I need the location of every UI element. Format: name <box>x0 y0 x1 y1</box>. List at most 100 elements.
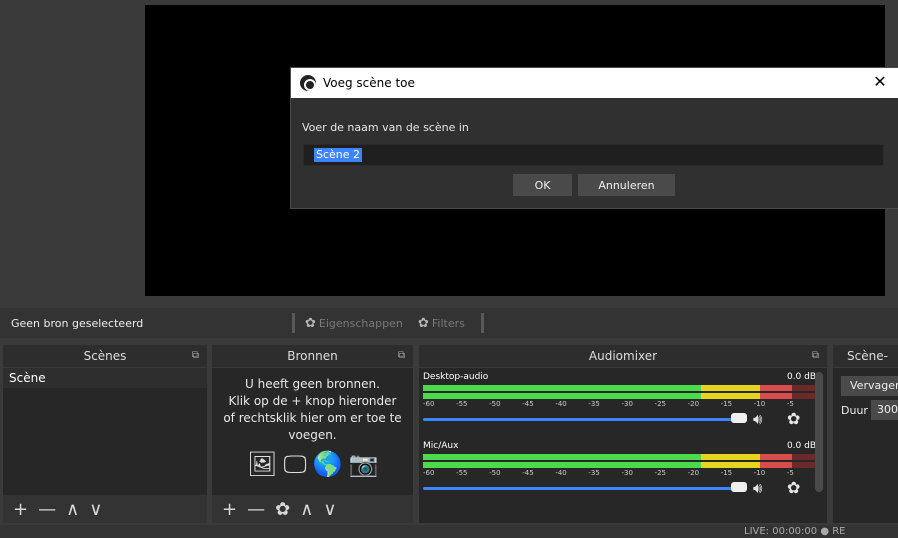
empty-msg-line: Klik op de + knop hieronder <box>228 394 397 408</box>
ok-button[interactable]: OK <box>513 174 572 196</box>
source-type-icons: 🖼 🖵 🌎 📷 <box>247 450 378 478</box>
filters-button[interactable]: ✿ Filters <box>418 316 465 331</box>
transitions-dock-header: Scène-ov <box>833 345 898 385</box>
move-up-icon[interactable]: ∧ <box>300 499 313 520</box>
meter-segment <box>760 393 820 399</box>
audiomixer-panel: Desktop-audio 0.0 dB -60 -55 -50 -45 -40 -35 -… <box>419 368 827 523</box>
scale-tick: -35 <box>588 469 600 477</box>
meter-scale: -60-55-50-45-40-35-30-25-20-15-10-50 <box>423 400 820 410</box>
meter-segment <box>700 393 761 399</box>
meter-segment <box>423 462 701 468</box>
scale-tick: -50 <box>489 469 501 477</box>
undock-icon[interactable]: ⧉ <box>812 345 819 367</box>
scale-tick: -30 <box>621 469 633 477</box>
gear-icon[interactable]: ✿ <box>275 499 290 520</box>
speaker-icon[interactable]: 🔊︎ <box>753 479 762 497</box>
scene-item[interactable]: Scène <box>3 368 207 388</box>
gear-icon[interactable]: ✿ <box>787 409 800 428</box>
scale-tick: -15 <box>720 469 733 477</box>
volume-slider[interactable] <box>423 418 735 421</box>
audiomixer-dock-header: Audiomixer ⧉ <box>419 345 827 367</box>
duration-label: Duur <box>841 404 868 417</box>
volume-slider-handle[interactable] <box>731 413 747 423</box>
sources-title: Bronnen <box>287 349 338 363</box>
scale-tick: -55 <box>456 469 468 477</box>
scale-tick: -45 <box>522 400 534 408</box>
dialog-label: Voer de naam van de scène in <box>302 121 469 134</box>
volume-meter <box>423 462 820 468</box>
status-bar: LIVE: 00:00:00 ● RE <box>0 525 898 538</box>
close-icon[interactable]: ✕ <box>870 72 890 92</box>
volume-meter <box>423 393 820 399</box>
sources-list[interactable]: U heeft geen bronnen. Klik op de + knop … <box>212 368 413 523</box>
volume-meter <box>423 385 820 391</box>
scene-name-input[interactable]: Scène 2 <box>303 144 884 166</box>
add-icon[interactable]: + <box>222 499 237 520</box>
meter-segment <box>423 454 701 460</box>
channel-name: Desktop-audio <box>423 372 489 382</box>
duration-input[interactable]: 300 r <box>871 400 898 420</box>
add-icon[interactable]: + <box>13 499 28 520</box>
channel-db: 0.0 dB <box>786 441 816 451</box>
source-toolbar: Geen bron geselecteerd ✿ Eigenschappen ✿… <box>0 308 898 338</box>
meter-scale: -60-55-50-45-40-35-30-25-20-15-10-50 <box>423 469 820 479</box>
scale-tick: -30 <box>621 400 633 408</box>
scale-tick: -20 <box>687 400 700 408</box>
cancel-button[interactable]: Annuleren <box>578 174 675 196</box>
properties-button[interactable]: ✿ Eigenschappen <box>305 316 403 331</box>
preview-left-panel <box>0 0 145 296</box>
transitions-panel: Vervagen Duur 300 r <box>833 368 898 523</box>
audiomixer-title: Audiomixer <box>588 349 658 363</box>
scale-tick: -10 <box>753 400 766 408</box>
channel-name: Mic/Aux <box>423 441 459 451</box>
dialog-titlebar[interactable]: Voeg scène toe ✕ <box>291 68 898 98</box>
empty-sources-message: U heeft geen bronnen. Klik op de + knop … <box>212 376 413 444</box>
remove-icon[interactable]: — <box>247 499 265 520</box>
scale-tick: -60 <box>423 469 435 477</box>
remove-icon[interactable]: — <box>38 499 56 520</box>
scale-tick: -20 <box>687 469 700 477</box>
scale-tick: -35 <box>588 400 600 408</box>
move-up-icon[interactable]: ∧ <box>66 499 79 520</box>
add-scene-dialog: Voeg scène toe ✕ Voer de naam van de scè… <box>290 67 898 209</box>
scale-tick: -60 <box>423 400 435 408</box>
camera-icon: 📷 <box>348 450 379 478</box>
gear-icon: ✿ <box>305 316 316 331</box>
scale-tick: -15 <box>720 400 733 408</box>
meter-segment <box>760 462 820 468</box>
scale-tick: -45 <box>522 469 534 477</box>
scenes-controls: + — ∧ ∨ <box>3 495 207 523</box>
empty-msg-line: U heeft geen bronnen. <box>245 377 380 391</box>
gear-icon[interactable]: ✿ <box>787 478 800 497</box>
scenes-list[interactable]: Scène + — ∧ ∨ <box>3 368 207 523</box>
meter-segment <box>423 385 701 391</box>
volume-meter <box>423 454 820 460</box>
undock-icon[interactable]: ⧉ <box>398 345 405 367</box>
undock-icon[interactable]: ⧉ <box>192 345 199 367</box>
scenes-dock-header: Scènes ⧉ <box>3 345 207 367</box>
speaker-icon[interactable]: 🔊︎ <box>753 410 762 428</box>
monitor-icon: 🖵 <box>283 450 307 478</box>
sources-dock-header: Bronnen ⧉ <box>212 345 413 367</box>
transition-select[interactable]: Vervagen <box>841 376 898 396</box>
meter-segment <box>760 385 820 391</box>
volume-slider-handle[interactable] <box>731 482 747 492</box>
properties-label: Eigenschappen <box>318 317 403 330</box>
meter-segment <box>423 393 701 399</box>
dialog-title: Voeg scène toe <box>323 76 415 90</box>
audiomixer-scrollbar[interactable] <box>815 372 823 492</box>
scale-tick: -10 <box>753 469 766 477</box>
move-down-icon[interactable]: ∨ <box>323 499 336 520</box>
scenes-title: Scènes <box>83 349 127 363</box>
no-source-label: Geen bron geselecteerd <box>11 317 144 330</box>
meter-segment <box>700 462 761 468</box>
move-down-icon[interactable]: ∨ <box>89 499 102 520</box>
scale-tick: -40 <box>555 400 567 408</box>
live-status: LIVE: 00:00:00 ● RE <box>744 526 846 537</box>
globe-icon: 🌎 <box>312 450 343 478</box>
scale-tick: -50 <box>489 400 501 408</box>
toolbar-separator <box>292 313 295 333</box>
volume-slider[interactable] <box>423 487 735 490</box>
obs-logo-icon <box>300 75 316 91</box>
channel-db: 0.0 dB <box>786 372 816 382</box>
